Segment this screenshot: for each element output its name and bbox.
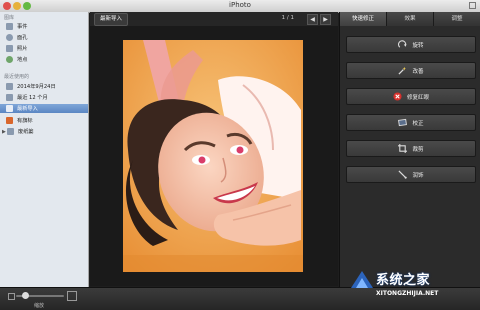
sidebar-item-label: 2014年9月24日 <box>17 84 56 90</box>
enhance-button[interactable]: 改善 <box>346 62 476 79</box>
sidebar-item-label: 面孔 <box>17 35 28 41</box>
next-photo-button[interactable]: ▶ <box>320 14 331 25</box>
enhance-label: 改善 <box>412 68 424 75</box>
edit-tabs: 快速修正 效果 调整 <box>340 12 480 26</box>
fix-red-eye-label: 修复红眼 <box>406 94 429 101</box>
flag-icon <box>6 117 13 124</box>
photo-image[interactable] <box>123 40 303 272</box>
crop-icon <box>398 144 408 153</box>
enhance-icon <box>398 66 407 75</box>
sidebar-item-label: 最近 12 个月 <box>17 95 48 101</box>
watermark-logo-icon <box>351 271 373 288</box>
watermark-title: 系统之家 <box>376 273 431 288</box>
tab-adjust[interactable]: 调整 <box>434 12 480 26</box>
sidebar: 图库 事件 面孔 照片 地点 最近使用的 2014年9月24日 最近 12 个月… <box>0 12 89 287</box>
crop-button[interactable]: 裁剪 <box>346 140 476 157</box>
sidebar-item-label: 事件 <box>17 24 28 30</box>
retouch-button[interactable]: 润饰 <box>346 166 476 183</box>
event-icon <box>6 83 13 90</box>
sidebar-item-photos[interactable]: 照片 <box>0 44 88 53</box>
trash-icon <box>7 128 14 135</box>
sidebar-item-places[interactable]: 地点 <box>0 55 88 64</box>
photos-icon <box>6 45 13 52</box>
previous-photo-button[interactable]: ◀ <box>307 14 318 25</box>
retouch-icon <box>398 170 408 179</box>
fullscreen-icon[interactable] <box>469 2 476 9</box>
straighten-label: 校正 <box>412 120 424 127</box>
sidebar-item-label: 有旗标 <box>17 118 33 124</box>
places-icon <box>6 56 13 63</box>
edit-panel: 快速修正 效果 调整 旋转 改善 修复红眼 校正 裁剪 润饰 <box>339 12 480 287</box>
import-icon <box>6 105 13 112</box>
sidebar-item-label: 最新导入 <box>17 106 38 112</box>
straighten-icon <box>398 118 408 127</box>
events-icon <box>6 23 13 30</box>
photo-viewer <box>90 26 338 286</box>
photo-counter: 1 / 1 <box>281 15 294 21</box>
retouch-label: 润饰 <box>412 172 424 179</box>
watermark-url: XITONGZHIJIA.NET <box>376 290 439 297</box>
sidebar-item-event-date[interactable]: 2014年9月24日 <box>0 82 88 91</box>
rotate-label: 旋转 <box>412 42 424 49</box>
zoom-label: 缩放 <box>34 303 45 309</box>
tab-effects[interactable]: 效果 <box>387 12 434 26</box>
sidebar-item-label: 废纸篓 <box>18 129 34 135</box>
red-eye-icon <box>393 92 402 101</box>
disclosure-triangle-icon[interactable]: ▶ <box>2 129 6 135</box>
tab-quick-fixes[interactable]: 快速修正 <box>340 12 387 26</box>
calendar-icon <box>6 94 13 101</box>
fix-red-eye-button[interactable]: 修复红眼 <box>346 88 476 105</box>
sidebar-item-events[interactable]: 事件 <box>0 22 88 31</box>
recent-heading: 最近使用的 <box>4 74 30 80</box>
viewer-toolbar: 最新导入 1 / 1 ◀ ▶ <box>90 12 338 26</box>
zoom-out-icon[interactable] <box>8 293 15 300</box>
zoom-slider-knob[interactable] <box>22 292 30 299</box>
sidebar-item-flagged[interactable]: 有旗标 <box>0 116 88 125</box>
window-title: iPhoto <box>229 1 251 9</box>
library-heading: 图库 <box>4 15 15 21</box>
album-title-tag: 最新导入 <box>94 13 129 26</box>
sidebar-item-label: 照片 <box>17 46 28 52</box>
zoom-in-icon[interactable] <box>67 291 77 301</box>
faces-icon <box>6 34 13 41</box>
portrait-photo <box>123 40 303 272</box>
watermark: 系统之家 XITONGZHIJIA.NET <box>348 268 478 301</box>
sidebar-item-last-import[interactable]: 最新导入 <box>0 104 88 113</box>
sidebar-item-trash[interactable]: ▶ 废纸篓 <box>0 127 88 136</box>
rotate-icon <box>398 40 408 48</box>
rotate-button[interactable]: 旋转 <box>346 36 476 53</box>
sidebar-item-last-12-months[interactable]: 最近 12 个月 <box>0 93 88 102</box>
straighten-button[interactable]: 校正 <box>346 114 476 131</box>
sidebar-item-faces[interactable]: 面孔 <box>0 33 88 42</box>
sidebar-item-label: 地点 <box>17 57 28 63</box>
crop-label: 裁剪 <box>412 146 424 153</box>
